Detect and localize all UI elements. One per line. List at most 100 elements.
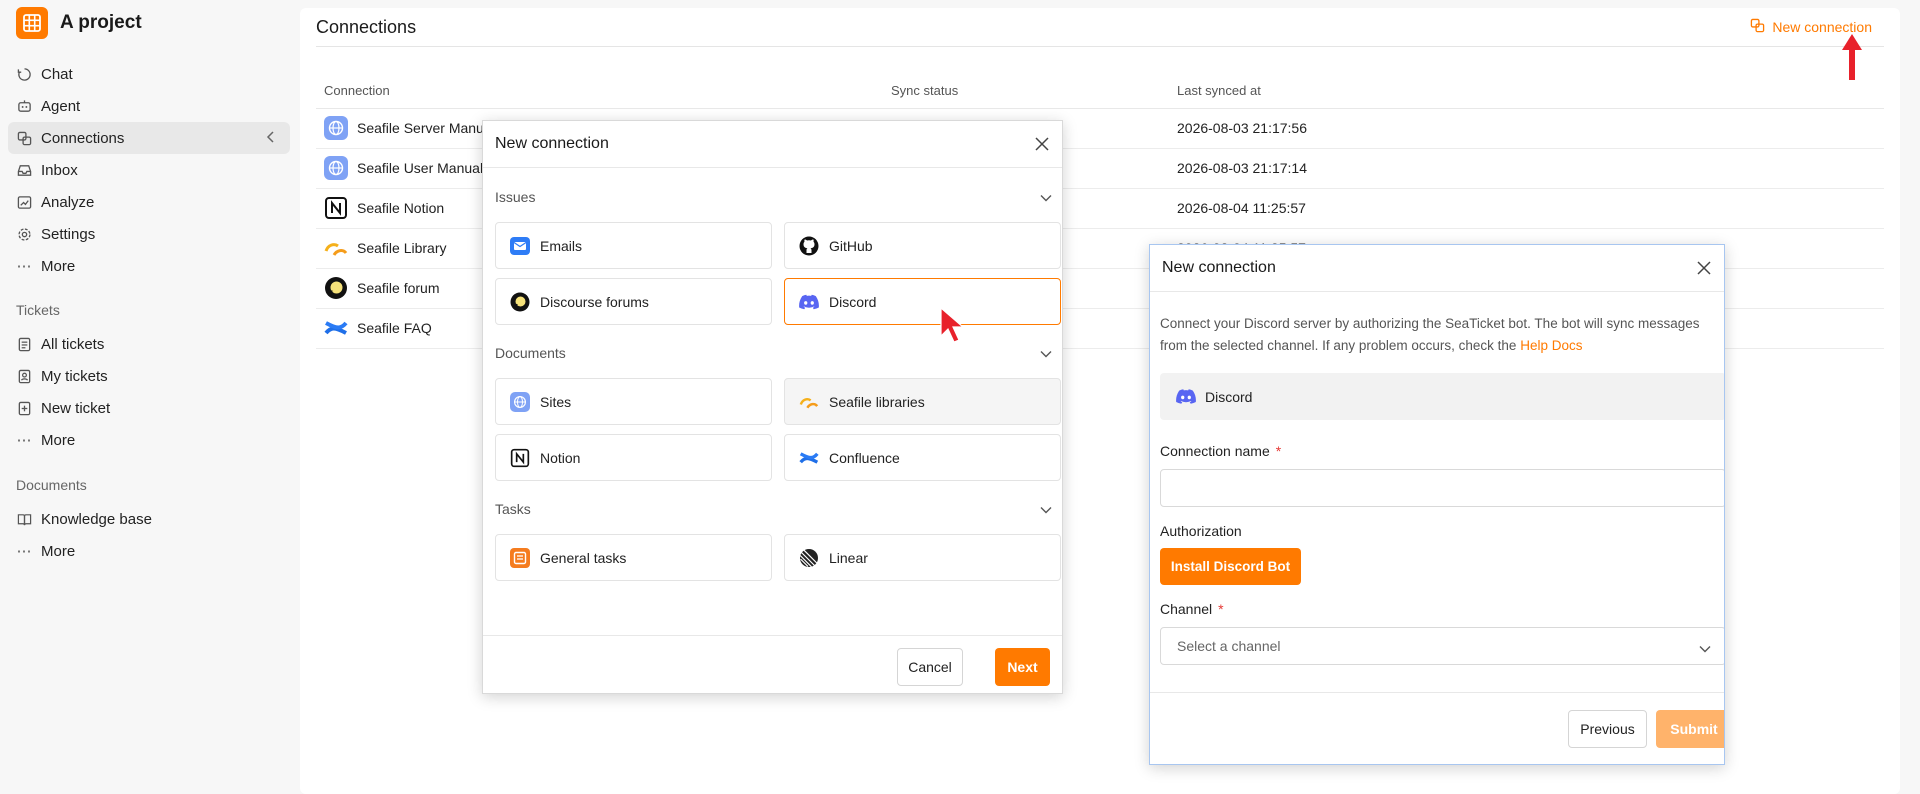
provider-card-discord[interactable]: Discord [784, 278, 1061, 325]
nav-label: Agent [41, 97, 81, 115]
connection-name: Seafile Library [357, 240, 447, 256]
globe-icon [324, 116, 348, 140]
nav-item-my-tickets[interactable]: My tickets [8, 360, 290, 392]
project-logo-icon [16, 7, 48, 39]
section-label-tickets: Tickets [16, 302, 60, 318]
seafile-icon [799, 392, 819, 412]
connection-name-field[interactable] [1160, 469, 1724, 507]
collapse-chevron-icon[interactable] [266, 130, 276, 148]
group-header-documents[interactable]: Documents [495, 342, 1052, 364]
card-label: Sites [540, 393, 572, 410]
project-header[interactable]: A project [16, 7, 142, 39]
provider-card-discourse[interactable]: Discourse forums [495, 278, 772, 325]
confluence-icon [799, 448, 819, 468]
provider-name: Discord [1205, 388, 1253, 405]
connection-name: Seafile Notion [357, 200, 445, 216]
my-tickets-icon [16, 368, 32, 384]
email-icon [510, 236, 530, 256]
previous-button[interactable]: Previous [1568, 710, 1647, 748]
connection-name: Seafile User Manual [357, 160, 484, 176]
close-icon[interactable] [1694, 258, 1714, 278]
provider-card-github[interactable]: GitHub [784, 222, 1061, 269]
more-icon: ⋯ [16, 543, 32, 560]
gear-icon [16, 226, 32, 242]
nav-item-agent[interactable]: Agent [8, 90, 290, 122]
nav-label: New ticket [41, 399, 111, 417]
provider-card-notion[interactable]: Notion [495, 434, 772, 481]
inbox-icon [16, 162, 32, 178]
provider-card-linear[interactable]: Linear [784, 534, 1061, 581]
field-label: Channel [1160, 601, 1213, 617]
nav-item-connections[interactable]: Connections [8, 122, 290, 154]
nav-item-tickets-more[interactable]: ⋯ More [8, 424, 290, 456]
nav-item-knowledge-base[interactable]: Knowledge base [8, 503, 290, 535]
field-label: Connection name [1160, 443, 1270, 459]
column-header-connection: Connection [316, 74, 883, 109]
nav-item-more[interactable]: ⋯ More [8, 250, 290, 282]
nav-label: More [41, 542, 76, 560]
group-header-issues[interactable]: Issues [495, 186, 1052, 208]
chevron-down-icon [1699, 640, 1711, 656]
help-docs-link[interactable]: Help Docs [1520, 338, 1582, 353]
nav-label: My tickets [41, 367, 108, 385]
card-label: Notion [540, 449, 581, 466]
provider-card-emails[interactable]: Emails [495, 222, 772, 269]
agent-icon [16, 98, 32, 114]
provider-card-seafile[interactable]: Seafile libraries [784, 378, 1061, 425]
card-label: GitHub [829, 237, 873, 254]
chevron-down-icon [1040, 501, 1052, 517]
group-label: Documents [495, 345, 566, 361]
linear-icon [799, 548, 819, 568]
seafile-icon [324, 236, 348, 260]
analyze-icon [16, 194, 32, 210]
new-connection-dialog: New connection Issues Emails GitHub Disc… [482, 120, 1063, 694]
nav-item-chat[interactable]: Chat [8, 58, 290, 90]
nav-item-analyze[interactable]: Analyze [8, 186, 290, 218]
column-header-last-synced: Last synced at [1169, 74, 1884, 109]
dialog-title: New connection [1162, 259, 1276, 276]
cancel-button[interactable]: Cancel [897, 648, 963, 686]
tasks-icon [510, 547, 530, 568]
card-label: Confluence [829, 449, 900, 466]
discord-icon [1176, 387, 1196, 407]
required-mark: * [1218, 601, 1224, 617]
nav-item-all-tickets[interactable]: All tickets [8, 328, 290, 360]
provider-card-general-tasks[interactable]: General tasks [495, 534, 772, 581]
section-label-documents: Documents [16, 477, 87, 493]
card-label: Discourse forums [540, 293, 649, 310]
close-icon[interactable] [1032, 134, 1052, 154]
install-discord-bot-button[interactable]: Install Discord Bot [1160, 548, 1301, 585]
channel-label: Channel * [1160, 601, 1224, 617]
discourse-icon [510, 292, 530, 312]
last-synced: 2026-08-03 21:17:14 [1169, 148, 1884, 189]
group-label: Issues [495, 189, 536, 205]
nav-item-settings[interactable]: Settings [8, 218, 290, 250]
nav-item-inbox[interactable]: Inbox [8, 154, 290, 186]
last-synced: 2026-08-03 21:17:56 [1169, 108, 1884, 149]
mouse-cursor-icon [940, 306, 965, 343]
nav-label: More [41, 257, 76, 275]
nav-label: More [41, 431, 76, 449]
nav-label: Settings [41, 225, 96, 243]
all-tickets-icon [16, 336, 32, 352]
notion-icon [510, 448, 530, 468]
provider-card-sites[interactable]: Sites [495, 378, 772, 425]
submit-button[interactable]: Submit [1656, 710, 1724, 748]
sidebar: A project Chat Agent Connections Inbox A… [0, 0, 300, 794]
group-header-tasks[interactable]: Tasks [495, 498, 1052, 520]
nav-item-documents-more[interactable]: ⋯ More [8, 535, 290, 567]
last-synced: 2026-08-04 11:25:57 [1169, 188, 1884, 229]
more-icon: ⋯ [16, 432, 32, 449]
nav-item-new-ticket[interactable]: New ticket [8, 392, 290, 424]
nav-label: Analyze [41, 193, 95, 211]
discord-icon [799, 292, 819, 312]
new-ticket-icon [16, 400, 32, 416]
connections-icon [1750, 18, 1765, 36]
connection-name-label: Connection name * [1160, 443, 1281, 459]
channel-placeholder: Select a channel [1177, 638, 1281, 654]
next-button[interactable]: Next [995, 648, 1050, 686]
globe-icon [324, 156, 348, 180]
provider-card-confluence[interactable]: Confluence [784, 434, 1061, 481]
project-title: A project [60, 12, 142, 33]
channel-select[interactable]: Select a channel [1160, 627, 1724, 665]
